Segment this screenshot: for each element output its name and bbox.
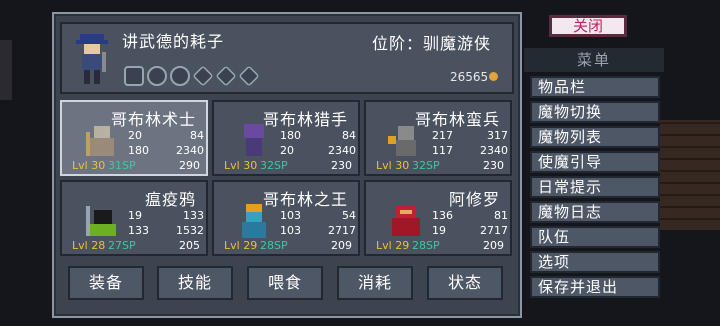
monster-sprite xyxy=(244,124,264,156)
slot-icon[interactable] xyxy=(238,65,260,87)
monster-stats: 103 54 103 2717 xyxy=(280,208,356,238)
stat-def: 103 xyxy=(280,224,301,237)
monster-name: 哥布林蛮兵 xyxy=(414,110,500,129)
monster-sp: 28SP xyxy=(412,239,440,252)
monster-sp: 32SP xyxy=(412,159,440,172)
player-name: 讲武德的耗子 xyxy=(122,32,225,51)
stat-def: 117 xyxy=(432,144,453,157)
monster-level: Lvl 30 xyxy=(224,159,258,172)
monster-sprite xyxy=(388,126,416,156)
monster-sprite xyxy=(86,206,116,236)
stat-atk: 136 xyxy=(432,209,453,222)
menu-item-save-quit[interactable]: 保存并退出 xyxy=(530,276,660,298)
menu-item-party[interactable]: 队伍 xyxy=(530,226,660,248)
monster-card[interactable]: 哥布林蛮兵 217 317 117 2340 Lvl 30 32SP 230 xyxy=(364,100,512,176)
menu-title: 菜单 xyxy=(524,48,664,72)
stat-value: 133 xyxy=(183,209,204,222)
menu-item-switch[interactable]: 魔物切换 xyxy=(530,101,660,123)
stat-def: 20 xyxy=(280,144,294,157)
monster-sp: 31SP xyxy=(108,159,136,172)
monster-name: 阿修罗 xyxy=(448,190,500,209)
stat-value: 2340 xyxy=(480,144,508,157)
monster-name: 瘟疫鸦 xyxy=(144,190,196,209)
equipment-slots xyxy=(124,65,260,87)
stat-value: 2340 xyxy=(328,144,356,157)
slot-icon[interactable] xyxy=(192,65,214,87)
monster-stats: 217 317 117 2340 xyxy=(432,128,508,158)
stat-value: 317 xyxy=(487,129,508,142)
coin-icon xyxy=(489,72,499,81)
menu-item-guide[interactable]: 使魔引导 xyxy=(530,151,660,173)
dungeon-wall-left xyxy=(0,40,12,100)
equip-button[interactable]: 装备 xyxy=(68,266,144,300)
monster-stats: 19 133 133 1532 xyxy=(128,208,204,238)
monster-hp: 209 xyxy=(483,239,504,252)
stat-atk: 103 xyxy=(280,209,301,222)
stat-def: 180 xyxy=(128,144,149,157)
stat-value: 81 xyxy=(494,209,508,222)
skills-button[interactable]: 技能 xyxy=(157,266,233,300)
monster-name: 哥布林之王 xyxy=(262,190,348,209)
monster-level: Lvl 29 xyxy=(224,239,258,252)
monster-sp: 27SP xyxy=(108,239,136,252)
gold-amount: 26565 xyxy=(450,70,489,84)
monster-sp: 32SP xyxy=(260,159,288,172)
consume-button[interactable]: 消耗 xyxy=(337,266,413,300)
stat-value: 2717 xyxy=(480,224,508,237)
stat-value: 84 xyxy=(190,129,204,142)
monster-level: Lvl 28 xyxy=(72,239,106,252)
monster-hp: 205 xyxy=(179,239,200,252)
stat-value: 54 xyxy=(342,209,356,222)
monster-hp: 230 xyxy=(483,159,504,172)
player-rank: 位阶：驯魔游侠 xyxy=(372,34,492,53)
stat-value: 2340 xyxy=(176,144,204,157)
monster-stats: 20 84 180 2340 xyxy=(128,128,204,158)
monster-hp: 230 xyxy=(331,159,352,172)
player-avatar xyxy=(76,34,108,84)
feed-button[interactable]: 喂食 xyxy=(247,266,323,300)
monster-name: 哥布林术士 xyxy=(110,110,196,129)
slot-icon[interactable] xyxy=(124,66,144,86)
monster-sp: 28SP xyxy=(260,239,288,252)
monster-sprite xyxy=(392,206,420,236)
monster-stats: 180 84 20 2340 xyxy=(280,128,356,158)
stat-atk: 19 xyxy=(128,209,142,222)
status-button[interactable]: 状态 xyxy=(427,266,503,300)
monster-level: Lvl 29 xyxy=(376,239,410,252)
game-screen: 讲武德的耗子 位阶：驯魔游侠 26565 哥布林术士 20 84 180 2340 … xyxy=(0,0,720,326)
menu-item-list[interactable]: 魔物列表 xyxy=(530,126,660,148)
stat-atk: 20 xyxy=(128,129,142,142)
stat-atk: 180 xyxy=(280,129,301,142)
monster-sprite xyxy=(242,204,266,238)
menu-item-options[interactable]: 选项 xyxy=(530,251,660,273)
slot-icon[interactable] xyxy=(147,66,167,86)
monster-card[interactable]: 哥布林术士 20 84 180 2340 Lvl 30 31SP 290 xyxy=(60,100,208,176)
monster-stats: 136 81 19 2717 xyxy=(432,208,508,238)
monster-card[interactable]: 阿修罗 136 81 19 2717 Lvl 29 28SP 209 xyxy=(364,180,512,256)
monster-name: 哥布林猎手 xyxy=(262,110,348,129)
stat-value: 84 xyxy=(342,129,356,142)
stat-value: 1532 xyxy=(176,224,204,237)
close-button[interactable]: 关闭 xyxy=(549,15,627,37)
monster-card[interactable]: 哥布林猎手 180 84 20 2340 Lvl 30 32SP 230 xyxy=(212,100,360,176)
menu-item-tips[interactable]: 日常提示 xyxy=(530,176,660,198)
slot-icon[interactable] xyxy=(215,65,237,87)
gold-counter: 26565 xyxy=(450,70,499,84)
monster-level: Lvl 30 xyxy=(72,159,106,172)
stat-value: 2717 xyxy=(328,224,356,237)
dungeon-wall xyxy=(660,120,720,230)
monster-hp: 290 xyxy=(179,159,200,172)
menu-item-journal[interactable]: 魔物日志 xyxy=(530,201,660,223)
monster-level: Lvl 30 xyxy=(376,159,410,172)
monster-card[interactable]: 瘟疫鸦 19 133 133 1532 Lvl 28 27SP 205 xyxy=(60,180,208,256)
menu-item-inventory[interactable]: 物品栏 xyxy=(530,76,660,98)
stat-def: 133 xyxy=(128,224,149,237)
stat-atk: 217 xyxy=(432,129,453,142)
stat-def: 19 xyxy=(432,224,446,237)
monster-hp: 209 xyxy=(331,239,352,252)
monster-sprite xyxy=(86,126,114,156)
slot-icon[interactable] xyxy=(170,66,190,86)
monster-card[interactable]: 哥布林之王 103 54 103 2717 Lvl 29 28SP 209 xyxy=(212,180,360,256)
